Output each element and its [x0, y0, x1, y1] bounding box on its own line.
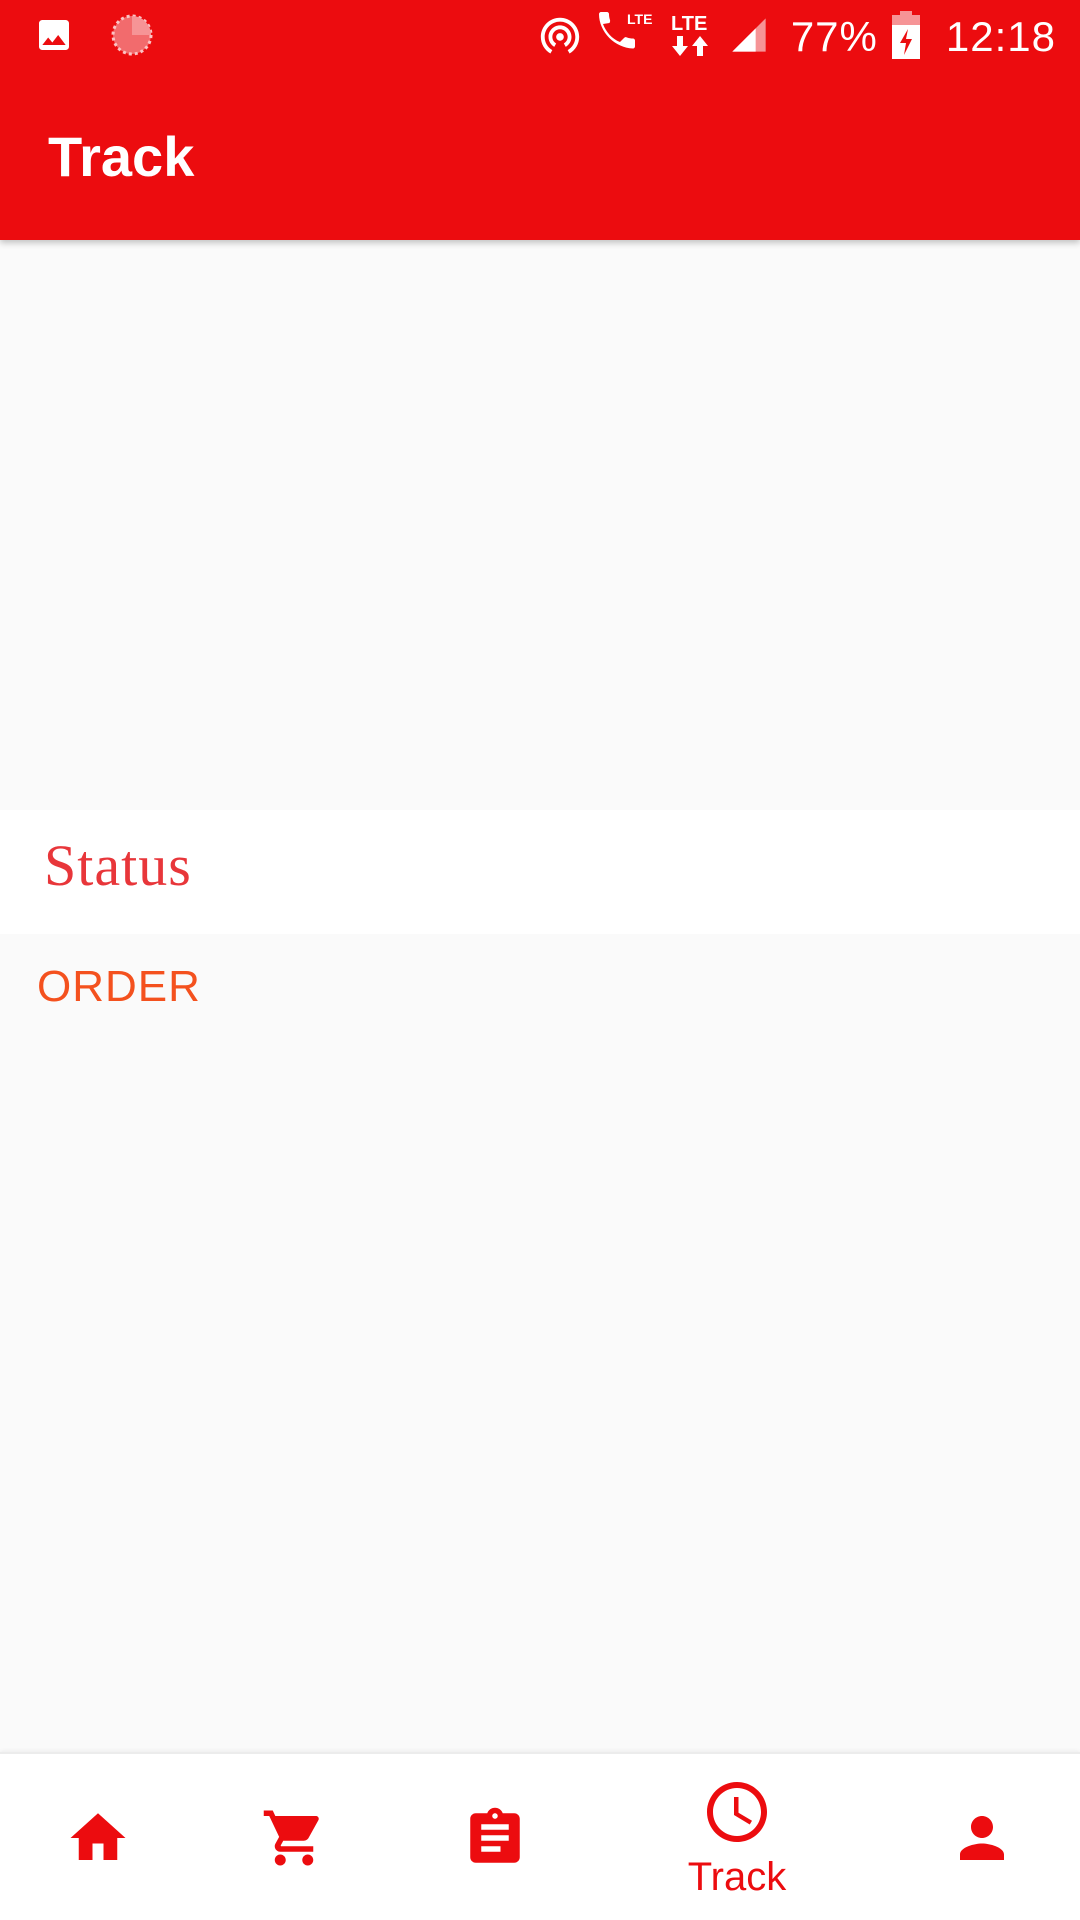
- main-content: Status ORDER: [0, 240, 1080, 1752]
- status-bar-left: [34, 14, 190, 60]
- person-icon: [949, 1805, 1015, 1871]
- image-icon: [34, 15, 74, 60]
- header: LTE LTE 77% 12:18 Track: [0, 0, 1080, 240]
- status-heading: Status: [44, 833, 192, 898]
- loading-icon: [110, 13, 154, 62]
- nav-track[interactable]: Track: [672, 1754, 802, 1920]
- app-screen: LTE LTE 77% 12:18 Track Status ORDER Tra…: [0, 0, 1080, 1920]
- status-bar-right: LTE LTE 77% 12:18: [523, 10, 1056, 64]
- order-label: ORDER: [37, 962, 201, 1011]
- status-bar: LTE LTE 77% 12:18: [0, 0, 1080, 74]
- clock-icon: [701, 1776, 773, 1848]
- bottom-navigation: Track: [0, 1752, 1080, 1920]
- page-title: Track: [48, 125, 195, 188]
- clipboard-icon: [462, 1805, 528, 1871]
- volte-call-icon: LTE: [597, 10, 655, 65]
- svg-text:LTE: LTE: [627, 11, 652, 27]
- nav-orders[interactable]: [435, 1754, 555, 1920]
- lte-data-icon: LTE: [669, 10, 715, 65]
- nav-track-label: Track: [687, 1855, 787, 1899]
- signal-icon: [729, 15, 769, 60]
- clock-time: 12:18: [945, 13, 1056, 60]
- hotspot-icon: [537, 12, 583, 63]
- nav-home[interactable]: [38, 1754, 158, 1920]
- nav-cart[interactable]: [234, 1754, 354, 1920]
- battery-charging-icon: [891, 10, 920, 64]
- status-card: Status: [0, 810, 1080, 934]
- home-icon: [65, 1805, 131, 1871]
- cart-icon: [261, 1805, 327, 1871]
- svg-text:LTE: LTE: [671, 13, 707, 35]
- battery-percent: 77%: [790, 13, 878, 60]
- nav-profile[interactable]: [922, 1754, 1042, 1920]
